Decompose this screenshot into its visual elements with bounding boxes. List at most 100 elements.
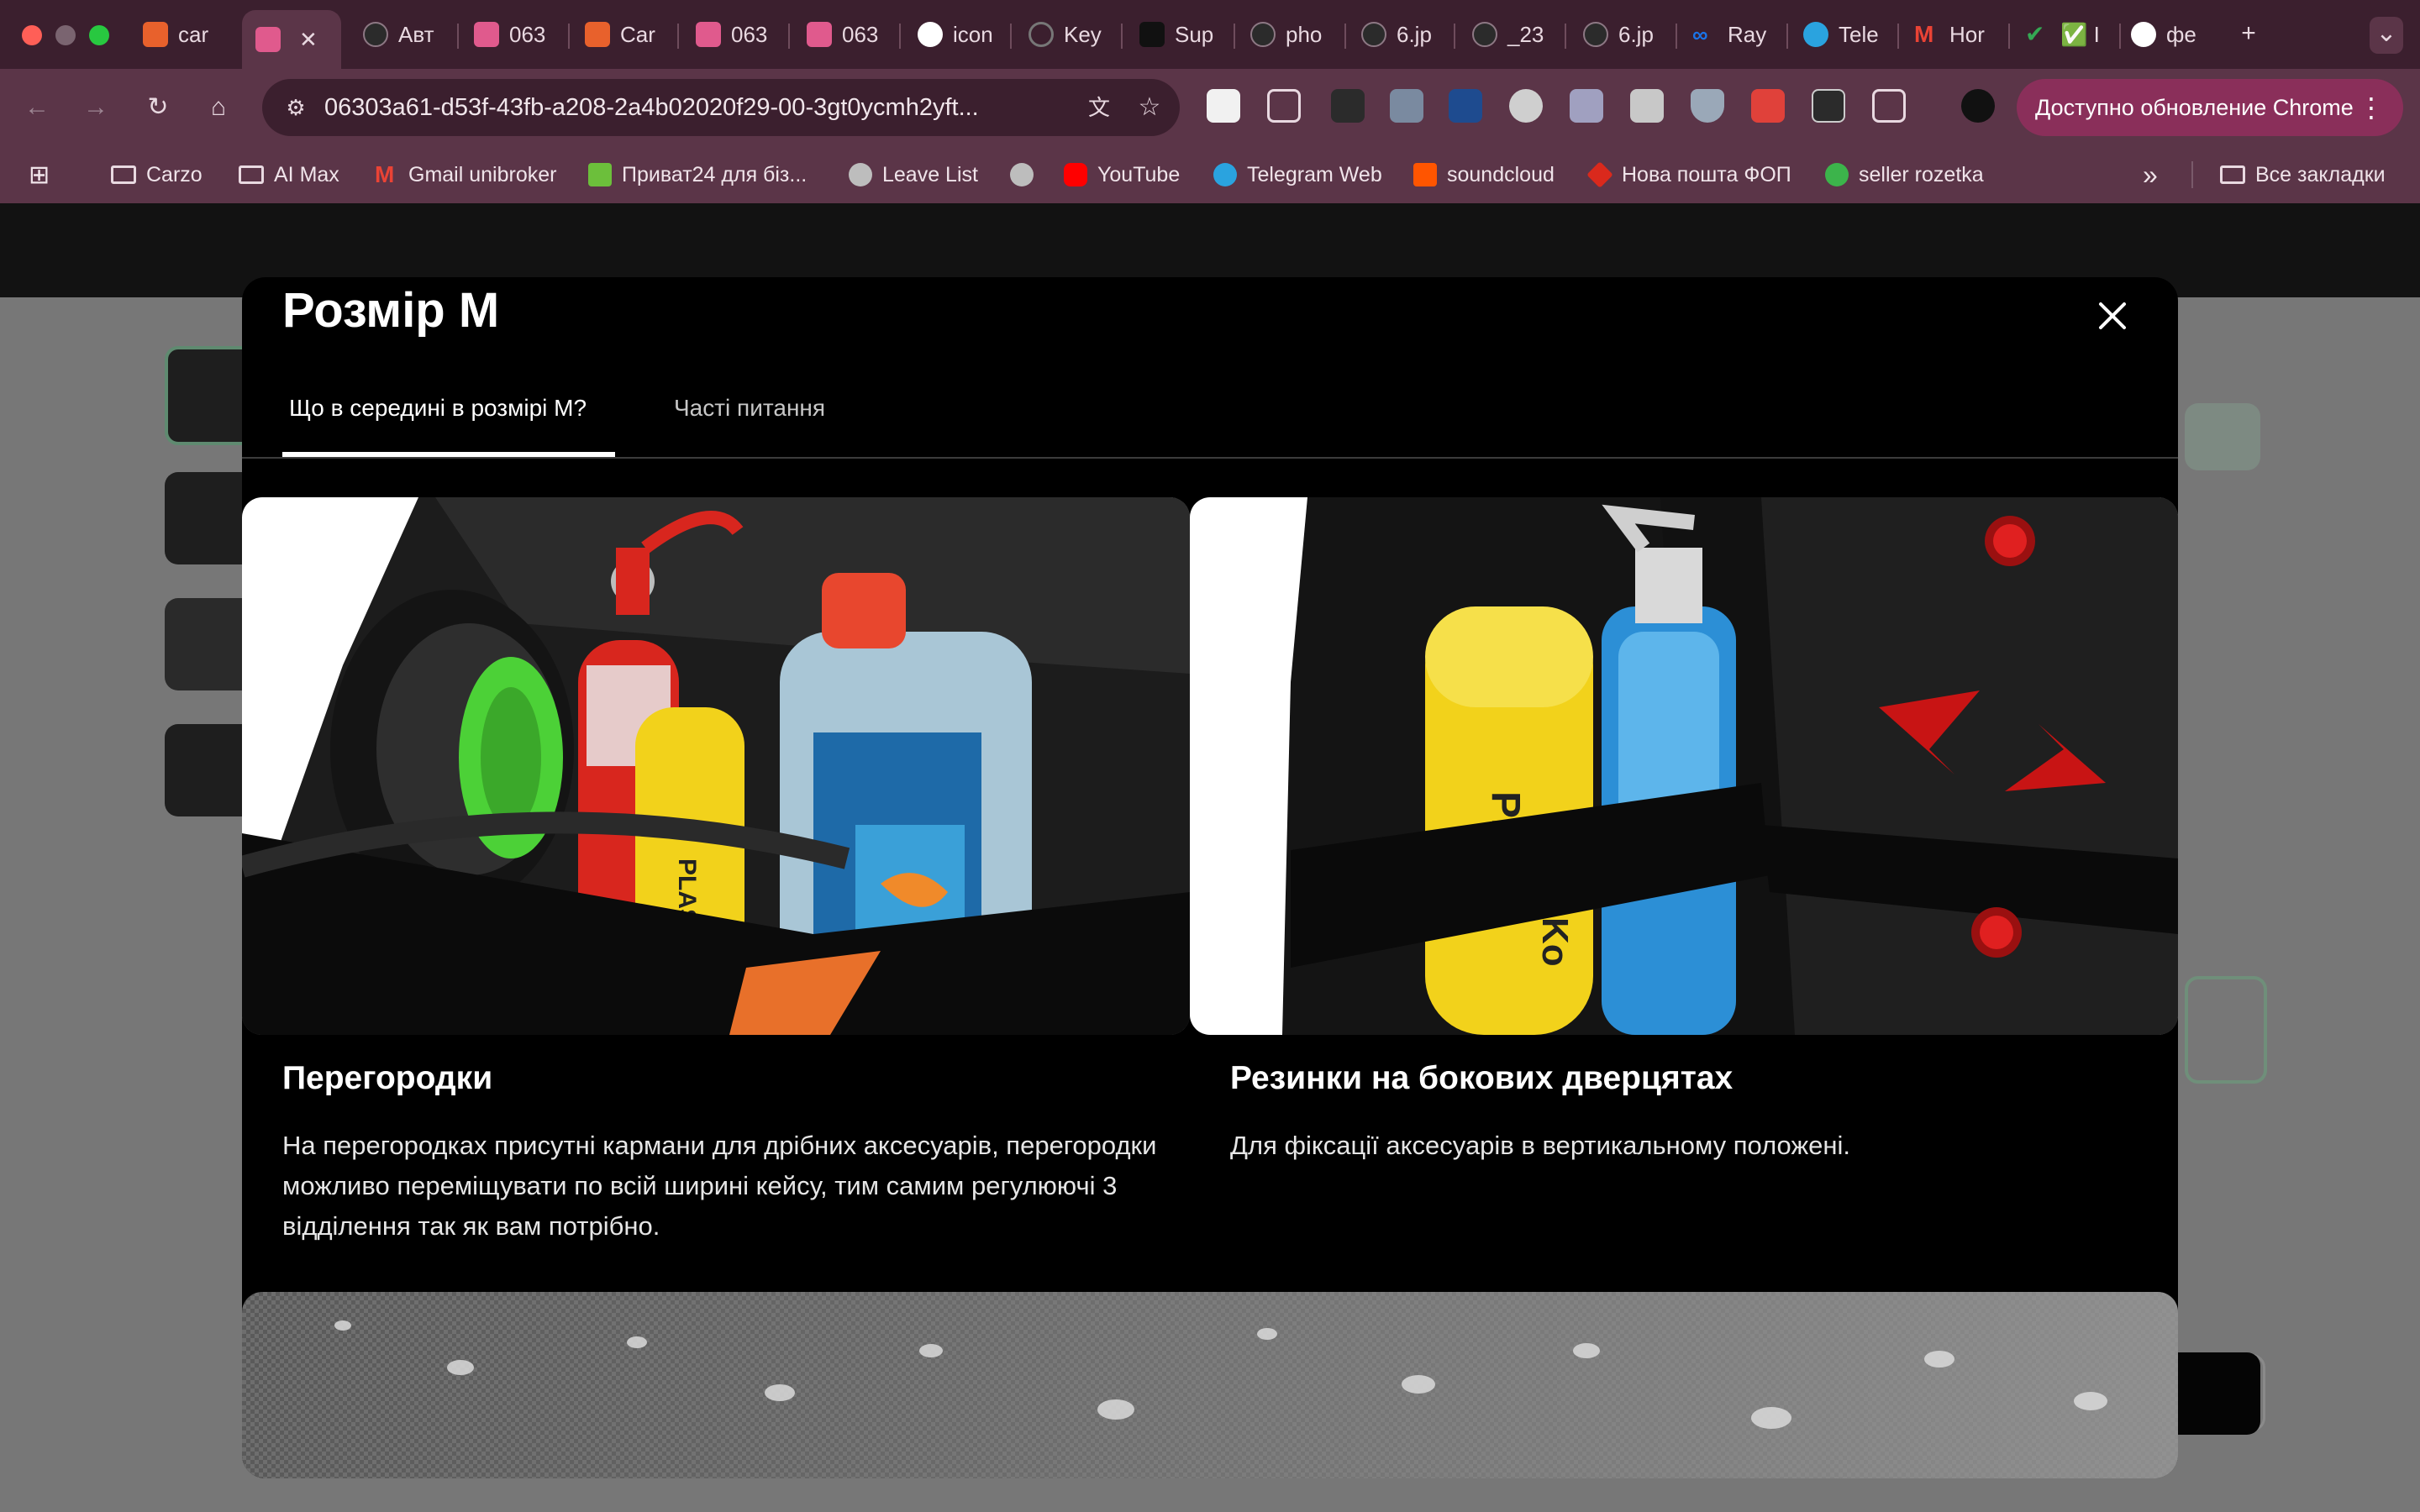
card-title-partitions: Перегородки bbox=[282, 1060, 493, 1096]
organizer-side-door-photo: PLAS Ko bbox=[1190, 497, 2178, 1035]
tab-18[interactable]: фе bbox=[2131, 10, 2215, 59]
tab-label: _23 bbox=[1507, 21, 1544, 47]
notion-extension-icon[interactable] bbox=[1207, 89, 1240, 123]
tab-16[interactable]: M Hor bbox=[1914, 10, 1995, 59]
tab-label: 063 bbox=[731, 21, 768, 47]
tab-14[interactable]: ∞ Ray bbox=[1692, 10, 1776, 59]
tab-11[interactable]: 6.jp bbox=[1361, 10, 1442, 59]
folder-icon bbox=[239, 165, 264, 184]
tab-7[interactable]: icon bbox=[918, 10, 998, 59]
bookmark-leave-list[interactable]: Leave List bbox=[849, 146, 978, 203]
bookmark-star-icon[interactable]: ☆ bbox=[1133, 91, 1166, 124]
tab-favicon bbox=[1583, 22, 1608, 47]
tab-search-button[interactable]: ⌄ bbox=[2370, 17, 2403, 54]
tab-strip: car ✕ Авт 063 Car 063 063 icon Key Sup p… bbox=[0, 0, 2420, 69]
code-extension-icon[interactable] bbox=[1390, 89, 1423, 123]
tab-label: pho bbox=[1286, 21, 1323, 47]
bookmark-nova-poshta[interactable]: Нова пошта ФОП bbox=[1586, 146, 1791, 203]
more-bookmarks-button[interactable]: » bbox=[2143, 146, 2158, 203]
bookmark-youtube[interactable]: YouTube bbox=[1064, 146, 1180, 203]
tab-9[interactable]: Sup bbox=[1139, 10, 1220, 59]
bookmark-soundcloud[interactable]: soundcloud bbox=[1413, 146, 1555, 203]
close-window-button[interactable] bbox=[22, 25, 42, 45]
tab-17[interactable]: ✔ ✅ I bbox=[2025, 10, 2106, 59]
reload-button[interactable]: ↻ bbox=[141, 91, 175, 124]
pen-extension-icon[interactable] bbox=[1331, 89, 1365, 123]
chrome-update-button[interactable]: Доступно обновление Chrome ⋮ bbox=[2017, 79, 2403, 136]
tab-10[interactable]: pho bbox=[1250, 10, 1331, 59]
soundcloud-icon bbox=[1413, 163, 1437, 186]
folder-icon bbox=[111, 165, 136, 184]
apps-grid-icon[interactable]: ⊞ bbox=[29, 146, 50, 203]
bookmark-label: soundcloud bbox=[1447, 162, 1555, 186]
tab-label: 063 bbox=[509, 21, 546, 47]
browser-toolbar: ← → ↻ ⌂ ⚙ 06303a61-d53f-43fb-a208-2a4b02… bbox=[0, 69, 2420, 146]
tab-0[interactable]: car bbox=[143, 10, 227, 59]
tab-4[interactable]: Car bbox=[585, 10, 666, 59]
tab-12[interactable]: _23 bbox=[1472, 10, 1553, 59]
tab-label: Key bbox=[1064, 21, 1102, 47]
all-bookmarks-button[interactable]: Все закладки bbox=[2220, 146, 2386, 203]
bookmark-telegram[interactable]: Telegram Web bbox=[1213, 146, 1382, 203]
new-tab-button[interactable]: + bbox=[2232, 17, 2265, 50]
tab-6[interactable]: 063 bbox=[807, 10, 887, 59]
tab-5[interactable]: 063 bbox=[696, 10, 776, 59]
check-icon: ✔ bbox=[2025, 21, 2045, 47]
tab-favicon bbox=[585, 22, 610, 47]
screen-extension-icon[interactable] bbox=[1570, 89, 1603, 123]
back-button[interactable]: ← bbox=[20, 91, 54, 124]
bookmark-privat24[interactable]: Приват24 для біз... bbox=[588, 146, 807, 203]
extension-icon[interactable] bbox=[1751, 89, 1785, 123]
forward-button[interactable]: → bbox=[79, 91, 113, 124]
tab-2[interactable]: Авт bbox=[363, 10, 445, 59]
fabric-water-drops-photo bbox=[242, 1292, 2178, 1478]
shield-extension-icon[interactable] bbox=[1691, 89, 1724, 123]
tab-whats-inside[interactable]: Що в середині в розмірі М? bbox=[289, 391, 587, 425]
tab-15[interactable]: Tele bbox=[1803, 10, 1884, 59]
tab-favicon bbox=[1139, 22, 1165, 47]
extension-icon[interactable] bbox=[1812, 89, 1845, 123]
fabric-texture-image bbox=[242, 1292, 2178, 1478]
address-bar[interactable]: ⚙ 06303a61-d53f-43fb-a208-2a4b02020f29-0… bbox=[262, 79, 1180, 136]
profile-avatar[interactable] bbox=[1961, 89, 1995, 123]
bookmark-globe[interactable] bbox=[1010, 146, 1044, 203]
bookmark-label: YouTube bbox=[1097, 162, 1181, 186]
tab-favicon bbox=[363, 22, 388, 47]
tab-3[interactable]: 063 bbox=[474, 10, 555, 59]
reader-extension-icon[interactable] bbox=[1267, 89, 1301, 123]
home-button[interactable]: ⌂ bbox=[202, 91, 235, 124]
minimize-window-button[interactable] bbox=[55, 25, 76, 45]
bookmark-label: seller rozetka bbox=[1859, 162, 1984, 186]
url-text[interactable]: 06303a61-d53f-43fb-a208-2a4b02020f29-00-… bbox=[324, 94, 979, 122]
bookmark-label: Telegram Web bbox=[1247, 162, 1382, 186]
extension-icon[interactable] bbox=[1509, 89, 1543, 123]
site-settings-icon[interactable]: ⚙ bbox=[279, 91, 313, 124]
bookmark-gmail[interactable]: M Gmail unibroker bbox=[375, 146, 556, 203]
tab-8[interactable]: Key bbox=[1028, 10, 1113, 59]
tab-active[interactable]: ✕ bbox=[242, 10, 341, 69]
tab-label: Авт bbox=[398, 21, 434, 47]
menu-icon[interactable]: ⋮ bbox=[2358, 79, 2385, 136]
bookmark-ai-max[interactable]: AI Max bbox=[239, 146, 339, 203]
tab-label: Ray bbox=[1728, 21, 1767, 47]
page-element bbox=[2185, 976, 2267, 1084]
bookmark-carzo[interactable]: Carzo bbox=[111, 146, 203, 203]
camera-extension-icon[interactable] bbox=[1630, 89, 1664, 123]
tab-faq[interactable]: Часті питання bbox=[674, 391, 825, 425]
zoom-window-button[interactable] bbox=[89, 25, 109, 45]
rozetka-icon bbox=[1825, 163, 1849, 186]
tab-13[interactable]: 6.jp bbox=[1583, 10, 1664, 59]
close-icon bbox=[2099, 302, 2126, 329]
tab-label: 063 bbox=[842, 21, 879, 47]
active-tab-indicator bbox=[282, 452, 615, 457]
translate-icon[interactable]: 文 bbox=[1082, 91, 1116, 124]
extensions-puzzle-icon[interactable] bbox=[1872, 89, 1906, 123]
card-text-partitions: На перегородках присутні кармани для дрі… bbox=[282, 1131, 1157, 1241]
bookmark-label: Gmail unibroker bbox=[408, 162, 557, 186]
bookmark-seller-rozetka[interactable]: seller rozetka bbox=[1825, 146, 1984, 203]
tab-close-icon[interactable]: ✕ bbox=[299, 27, 318, 53]
youtube-icon bbox=[1064, 163, 1087, 186]
close-modal-button[interactable] bbox=[2089, 292, 2136, 339]
tab-label: car bbox=[178, 21, 209, 47]
extension-icon[interactable] bbox=[1449, 89, 1482, 123]
